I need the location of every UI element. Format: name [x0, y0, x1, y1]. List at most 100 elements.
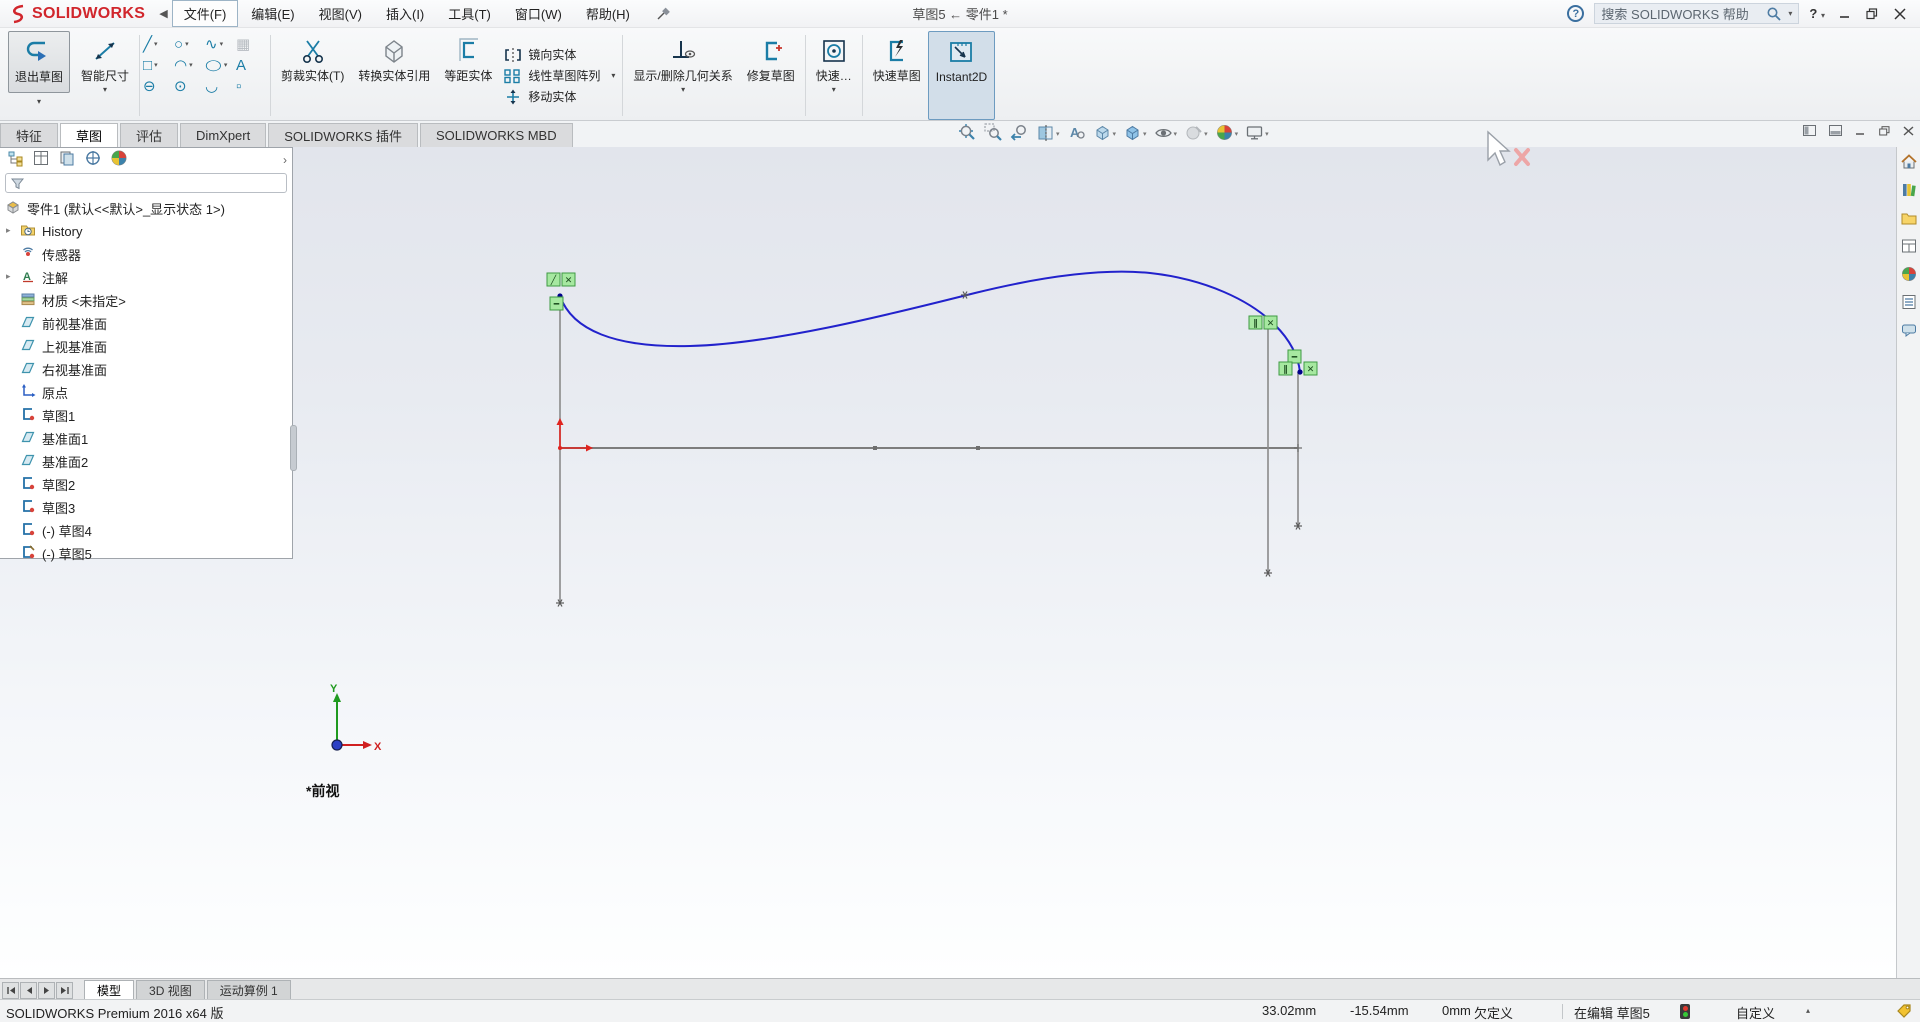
display-units-text[interactable]: 自定义 [1736, 1003, 1775, 1022]
line-dropdown-icon[interactable]: ▾ [154, 37, 158, 52]
menu-item-5[interactable]: 工具(T) [437, 1, 502, 26]
search-icon[interactable] [1766, 6, 1782, 22]
section-view-button[interactable]: ▾ [1034, 122, 1062, 146]
taskpane-design-library-tab[interactable] [1900, 181, 1918, 202]
next-tab-button[interactable] [38, 982, 55, 999]
tree-item-材质未指定[interactable]: 材质 <未指定> [0, 289, 292, 312]
tree-item-传感器[interactable]: 传感器 [0, 243, 292, 266]
view-settings-dropdown-icon[interactable]: ▾ [1265, 130, 1269, 138]
display-delete-relations-dropdown-icon[interactable]: ▾ [681, 85, 685, 94]
doc-close-button[interactable] [1903, 125, 1914, 136]
sketch-slot-button[interactable]: ⊖ [143, 76, 174, 97]
bottom-tab-3D 视图[interactable]: 3D 视图 [136, 980, 205, 999]
menu-item-6[interactable]: 窗口(W) [504, 1, 573, 26]
instant2d-button[interactable]: Instant2D [927, 31, 996, 120]
sketch-circle-button[interactable]: ○ ▾ [174, 34, 205, 55]
exit-sketch-dropdown-icon[interactable]: ▾ [37, 97, 41, 106]
ribbon-tab-SOLIDWORKS MBD[interactable]: SOLIDWORKS MBD [419, 123, 573, 147]
display-style-dropdown-icon[interactable]: ▾ [1143, 130, 1147, 138]
move-entities-button[interactable]: 移动实体 [503, 86, 615, 107]
expand-arrow-icon[interactable]: ▸ [6, 271, 11, 282]
pin-icon[interactable] [655, 6, 671, 22]
sketch-arc-button[interactable]: ◠ ▾ [174, 55, 205, 76]
linear-pattern-button[interactable]: 线性草图阵列 ▾ [503, 65, 615, 86]
tree-item-前视基准面[interactable]: 前视基准面 [0, 312, 292, 335]
taskpane-custom-properties-tab[interactable] [1900, 293, 1918, 314]
taskpane-home-tab[interactable] [1900, 153, 1918, 174]
minimize-button[interactable] [1839, 8, 1850, 19]
dynamic-annotation-views-button[interactable]: A [1065, 122, 1088, 146]
view-orientation-button[interactable]: ▾ [1091, 122, 1119, 146]
ellipse-dropdown-icon[interactable]: ▾ [224, 58, 228, 73]
taskpane-forum-tab[interactable] [1900, 321, 1918, 342]
linear-pattern-dropdown-icon[interactable]: ▾ [611, 71, 615, 80]
expand-arrow-icon[interactable]: ▸ [6, 225, 11, 236]
tree-filter-input[interactable] [5, 173, 287, 193]
doc-restore-button[interactable] [1879, 125, 1890, 136]
dimxpert-manager-tab[interactable] [84, 149, 102, 170]
view-orientation-dropdown-icon[interactable]: ▾ [1113, 130, 1117, 138]
quick-help-icon[interactable]: ? [1567, 5, 1585, 22]
prev-tab-button[interactable] [20, 982, 37, 999]
tree-item-草图3[interactable]: 草图3 [0, 496, 292, 519]
spline-curve[interactable] [559, 270, 1301, 373]
spline-dropdown-icon[interactable]: ▾ [220, 37, 224, 52]
sketch-point-button[interactable]: ⊙ [174, 76, 205, 97]
tree-item-右视基准面[interactable]: 右视基准面 [0, 358, 292, 381]
tree-item--草图4[interactable]: (-) 草图4 [0, 519, 292, 542]
offset-entities-button[interactable]: 等距实体 [437, 31, 499, 120]
view-settings-button[interactable]: ▾ [1243, 122, 1271, 146]
rapid-snap-dropdown-icon[interactable]: ▾ [832, 85, 836, 94]
display-manager-tab[interactable] [110, 149, 128, 170]
tree-item-基准面1[interactable]: 基准面1 [0, 427, 292, 450]
sketch-text-button[interactable]: A [236, 55, 267, 76]
bottom-tab-运动算例 1[interactable]: 运动算例 1 [206, 980, 291, 999]
mirror-entities-button[interactable]: 镜向实体 [503, 44, 615, 65]
ribbon-tab-SOLIDWORKS 插件[interactable]: SOLIDWORKS 插件 [268, 123, 418, 147]
tree-item-History[interactable]: ▸ History [0, 220, 292, 243]
rapid-sketch-button[interactable]: 快速草图 [866, 31, 928, 120]
sketch-point[interactable] [873, 446, 877, 450]
sketch-origin[interactable] [556, 418, 594, 452]
pane-bottom-icon[interactable] [1829, 125, 1842, 136]
feature-manager-tab[interactable] [6, 149, 24, 170]
spline-end-point[interactable] [1297, 369, 1303, 375]
sketch-line-button[interactable]: ╱ ▾ [143, 34, 174, 55]
edit-appearance-dropdown-icon[interactable]: ▾ [1204, 130, 1208, 138]
smart-dimension-dropdown-icon[interactable]: ▾ [103, 85, 107, 94]
graphics-area[interactable]: ╱ ✕ ━ ∥ ✕ ━ ∥ ✕ Y X *前视 › 零件1 (默认<<默认>_显… [0, 147, 1920, 978]
previous-view-button[interactable] [1008, 122, 1031, 146]
ribbon-tab-特征[interactable]: 特征 [0, 123, 59, 147]
arc-dropdown-icon[interactable]: ▾ [189, 58, 193, 73]
hide-show-items-button[interactable]: ▾ [1152, 122, 1180, 146]
menu-item-3[interactable]: 视图(V) [308, 1, 373, 26]
menu-item-7[interactable]: 帮助(H) [575, 1, 641, 26]
apply-scene-dropdown-icon[interactable]: ▾ [1235, 130, 1239, 138]
taskpane-appearances-tab[interactable] [1900, 265, 1918, 286]
tree-item-上视基准面[interactable]: 上视基准面 [0, 335, 292, 358]
sketch-point[interactable] [976, 446, 980, 450]
property-manager-tab[interactable] [32, 149, 50, 170]
constraint-badges[interactable]: ╱ ✕ ━ ∥ ✕ ━ ∥ ✕ [546, 272, 1318, 376]
units-dropdown-icon[interactable]: ▴ [1806, 1006, 1810, 1015]
tree-item-基准面2[interactable]: 基准面2 [0, 450, 292, 473]
panel-splitter-grip[interactable] [290, 425, 297, 471]
sketch-ellipse-button[interactable]: ◯ ▾ [205, 55, 236, 76]
pane-left-icon[interactable] [1803, 125, 1816, 136]
tree-item-原点[interactable]: 原点 [0, 381, 292, 404]
ribbon-tab-草图[interactable]: 草图 [60, 123, 119, 147]
taskpane-file-explorer-tab[interactable] [1900, 209, 1918, 230]
tree-root-item[interactable]: 零件1 (默认<<默认>_显示状态 1>) [0, 197, 292, 220]
circle-dropdown-icon[interactable]: ▾ [185, 37, 189, 52]
ribbon-tab-DimXpert[interactable]: DimXpert [180, 123, 267, 147]
sketch-rectangle-button[interactable]: □ ▾ [143, 55, 174, 76]
last-tab-button[interactable] [56, 982, 73, 999]
panel-expand-icon[interactable]: › [283, 153, 287, 167]
bottom-tab-模型[interactable]: 模型 [84, 980, 135, 999]
rapid-snap-button[interactable]: 快速… ▾ [809, 31, 859, 120]
menu-item-1[interactable]: 文件(F) [171, 0, 239, 27]
exit-sketch-button[interactable]: 退出草图 [8, 31, 70, 93]
restore-button[interactable] [1866, 7, 1878, 20]
tree-item--草图5[interactable]: (-) 草图5 [0, 542, 292, 565]
apply-scene-button[interactable]: ▾ [1213, 122, 1241, 146]
